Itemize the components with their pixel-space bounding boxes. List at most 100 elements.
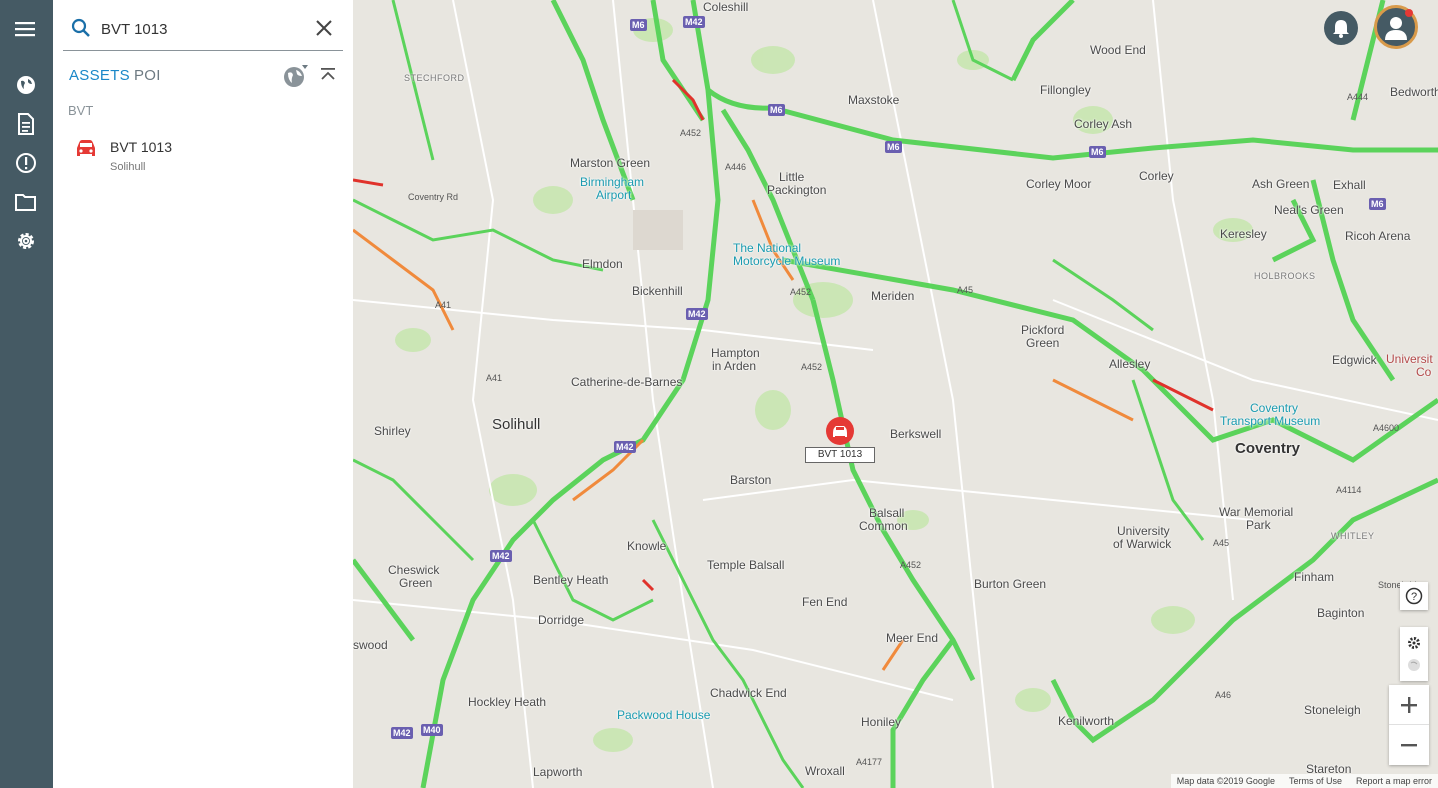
place-label: Burton Green <box>974 577 1047 591</box>
terms-link[interactable]: Terms of Use <box>1289 776 1342 786</box>
asset-name: BVT 1013 <box>110 139 173 155</box>
map-nav-button[interactable] <box>13 72 39 98</box>
layers-icon[interactable] <box>1407 658 1421 672</box>
road-shield: M6 <box>630 19 647 31</box>
document-icon <box>18 113 34 135</box>
place-label: Universit <box>1386 352 1433 366</box>
place-label: Neal's Green <box>1274 203 1344 217</box>
vehicle-marker-icon[interactable] <box>825 416 855 446</box>
search-input[interactable] <box>101 18 301 40</box>
place-label: Berkswell <box>890 427 942 441</box>
road-label: A45 <box>1213 538 1230 548</box>
road-label: A4600 <box>1373 423 1400 433</box>
search-icon <box>71 18 90 37</box>
place-label: Corley <box>1139 169 1174 183</box>
road-label: A41 <box>435 300 452 310</box>
tab-poi[interactable]: POI <box>134 67 161 84</box>
zoom-controls <box>1389 685 1429 765</box>
place-label: Stoneleigh <box>1304 703 1361 717</box>
place-label: Catherine-de-Barnes <box>571 375 683 389</box>
place-label: Coleshill <box>703 0 749 14</box>
close-icon[interactable] <box>315 19 333 37</box>
minus-icon <box>1401 744 1417 747</box>
alert-icon <box>16 153 36 173</box>
globe-icon <box>17 76 35 94</box>
road-label: A446 <box>725 162 747 172</box>
place-label: Wroxall <box>805 764 845 778</box>
road-label: A444 <box>1347 92 1369 102</box>
road-shield: M42 <box>683 16 705 28</box>
place-label: Corley Ash <box>1074 117 1133 131</box>
collapse-icon[interactable] <box>319 66 337 84</box>
plus-icon <box>1401 696 1417 713</box>
notifications-button[interactable] <box>1324 11 1358 45</box>
place-label: Baginton <box>1317 606 1365 620</box>
files-nav-button[interactable] <box>13 189 39 215</box>
place-label: Honiley <box>861 715 902 729</box>
road-label: A452 <box>900 560 922 570</box>
road-label: Coventry Rd <box>408 192 459 202</box>
avatar[interactable] <box>1374 5 1418 49</box>
nav-rail <box>0 0 53 788</box>
help-button[interactable]: ? <box>1400 582 1428 610</box>
place-label: Corley Moor <box>1026 177 1092 191</box>
place-label: Hockley Heath <box>468 695 547 709</box>
place-label: Park <box>1246 518 1271 532</box>
place-label: Hampton <box>711 346 760 360</box>
place-label: Ricoh Arena <box>1345 229 1411 243</box>
map-attribution: Map data ©2019 Google Terms of Use Repor… <box>1170 774 1438 788</box>
place-label: in Arden <box>712 359 757 373</box>
road-shield: M6 <box>885 141 902 153</box>
place-label: Temple Balsall <box>707 558 785 572</box>
tab-assets[interactable]: ASSETS <box>69 67 130 84</box>
place-label: Little <box>779 170 805 184</box>
road-shield: M40 <box>421 724 443 736</box>
menu-button[interactable] <box>13 16 39 42</box>
alerts-nav-button[interactable] <box>13 150 39 176</box>
place-label: Transport Museum <box>1220 414 1321 428</box>
place-label: Solihull <box>492 416 541 433</box>
place-label: Bedworth <box>1390 85 1438 99</box>
place-label: University <box>1117 524 1170 538</box>
place-label: Coventry <box>1250 401 1299 415</box>
place-label: War Memorial <box>1219 505 1294 519</box>
road-label: A46 <box>1215 690 1232 700</box>
map-settings-panel <box>1400 627 1428 681</box>
place-label: Wood End <box>1090 43 1146 57</box>
place-label: Maxstoke <box>848 93 900 107</box>
road-label: A452 <box>801 362 823 372</box>
place-label: Green <box>399 576 433 590</box>
list-item[interactable]: BVT 1013 Solihull <box>53 134 353 178</box>
road-shield: M6 <box>1369 198 1386 210</box>
search-bar <box>63 8 343 51</box>
asset-panel: ASSETS POI BVT BVT 1013 Solihull <box>53 0 353 788</box>
place-label: WHITLEY <box>1331 531 1375 541</box>
map-view[interactable]: Coleshill Wood End Bedworth Maxstoke Fil… <box>353 0 1438 788</box>
zoom-in-button[interactable] <box>1389 685 1429 725</box>
place-label: Fen End <box>802 595 848 609</box>
place-label: Cheswick <box>388 563 440 577</box>
road-label: A4177 <box>856 757 883 767</box>
zoom-out-button[interactable] <box>1389 725 1429 765</box>
road-shield: M42 <box>391 727 413 739</box>
reports-nav-button[interactable] <box>13 111 39 137</box>
road-shield: M6 <box>768 104 785 116</box>
place-label: swood <box>353 638 388 652</box>
settings-nav-button[interactable] <box>13 228 39 254</box>
place-label: Elmdon <box>582 257 623 271</box>
report-error-link[interactable]: Report a map error <box>1356 776 1432 786</box>
folder-icon <box>15 194 36 211</box>
map-data-credit: Map data ©2019 Google <box>1176 776 1275 786</box>
place-label: Airport <box>596 188 632 202</box>
group-header: BVT <box>68 103 94 118</box>
gear-icon[interactable] <box>1407 636 1421 650</box>
bell-icon <box>1333 20 1349 38</box>
car-icon <box>77 140 95 156</box>
road-shield: M42 <box>490 550 512 562</box>
place-label: Bentley Heath <box>533 573 609 587</box>
place-label: of Warwick <box>1113 537 1172 551</box>
road-label: A452 <box>680 128 702 138</box>
place-label: Knowle <box>627 539 667 553</box>
road-label: A45 <box>957 285 974 295</box>
globe-filter-icon[interactable] <box>283 64 309 90</box>
